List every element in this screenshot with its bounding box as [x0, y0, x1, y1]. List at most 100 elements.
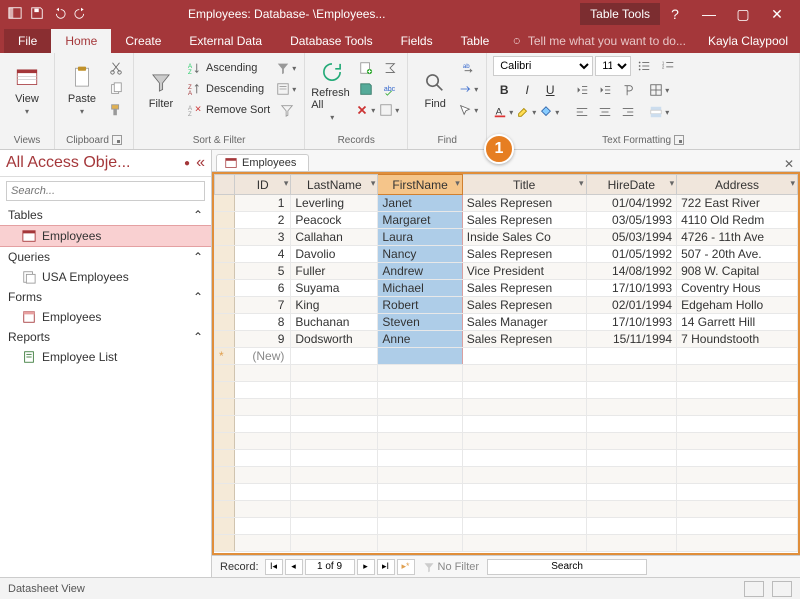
align-left-icon[interactable]	[571, 102, 593, 122]
column-header-address[interactable]: Address▾	[677, 175, 798, 195]
maximize-button[interactable]: ▢	[728, 6, 758, 23]
remove-sort-button[interactable]: AZRemove Sort	[184, 100, 274, 120]
nav-next-button[interactable]: ▸	[357, 559, 375, 575]
font-size-select[interactable]: 11	[595, 56, 631, 76]
more-records-icon[interactable]: ▾	[379, 100, 401, 120]
datasheet-view-icon[interactable]	[744, 581, 764, 597]
nav-item-usa-employees[interactable]: USA Employees	[0, 267, 211, 287]
replace-icon[interactable]: ab	[458, 58, 480, 78]
font-color-icon[interactable]: A▾	[493, 102, 515, 122]
nav-group-forms[interactable]: Forms⌃	[0, 287, 211, 307]
nav-new-button[interactable]: ▸*	[397, 559, 415, 575]
table-row[interactable]: 2PeacockMargaretSales Represen03/05/1993…	[215, 212, 798, 229]
underline-icon[interactable]: U	[539, 80, 561, 100]
numbering-icon[interactable]: 12	[657, 56, 679, 76]
table-row[interactable]: 6SuyamaMichaelSales Represen17/10/1993Co…	[215, 280, 798, 297]
sort-desc-button[interactable]: ZADescending	[184, 79, 274, 99]
nav-group-reports[interactable]: Reports⌃	[0, 327, 211, 347]
tab-external-data[interactable]: External Data	[175, 29, 276, 53]
tab-fields[interactable]: Fields	[387, 29, 447, 53]
view-button[interactable]: View▾	[6, 56, 48, 124]
find-button[interactable]: Find	[414, 56, 456, 124]
nav-group-tables[interactable]: Tables⌃	[0, 205, 211, 225]
cut-icon[interactable]	[105, 58, 127, 78]
table-row[interactable]: 5FullerAndrewVice President14/08/1992908…	[215, 263, 798, 280]
nav-first-button[interactable]: I◂	[265, 559, 283, 575]
select-icon[interactable]: ▾	[458, 100, 480, 120]
totals-icon[interactable]	[379, 58, 401, 78]
tab-file[interactable]: File	[4, 29, 51, 53]
italic-icon[interactable]: I	[516, 80, 538, 100]
table-row[interactable]: 4DavolioNancySales Represen01/05/1992507…	[215, 246, 798, 263]
clipboard-launcher[interactable]	[112, 135, 122, 145]
text-direction-icon[interactable]	[617, 80, 639, 100]
tab-create[interactable]: Create	[111, 29, 175, 53]
datasheet-grid[interactable]: ID▾LastName▾FirstName▾Title▾HireDate▾Add…	[212, 172, 800, 555]
table-row[interactable]: 3CallahanLauraInside Sales Co05/03/19944…	[215, 229, 798, 246]
refresh-button[interactable]: Refresh All▾	[311, 56, 353, 124]
tab-home[interactable]: Home	[51, 29, 111, 53]
indent-right-icon[interactable]	[594, 80, 616, 100]
format-painter-icon[interactable]	[105, 100, 127, 120]
new-record-icon[interactable]	[355, 58, 377, 78]
sort-asc-button[interactable]: AZAscending	[184, 58, 274, 78]
align-right-icon[interactable]	[617, 102, 639, 122]
save-record-icon[interactable]	[355, 79, 377, 99]
column-header-id[interactable]: ID▾	[235, 175, 291, 195]
svg-text:Z: Z	[188, 111, 192, 117]
align-center-icon[interactable]	[594, 102, 616, 122]
nav-item-employees[interactable]: Employees	[0, 307, 211, 327]
nav-prev-button[interactable]: ◂	[285, 559, 303, 575]
delete-record-icon[interactable]: ▾	[355, 100, 377, 120]
filter-button[interactable]: Filter	[140, 56, 182, 124]
bullets-icon[interactable]	[633, 56, 655, 76]
advanced-filter-icon[interactable]: ▾	[276, 79, 298, 99]
save-icon[interactable]	[30, 6, 44, 23]
column-header-firstname[interactable]: FirstName▾	[378, 175, 462, 195]
copy-icon[interactable]	[105, 79, 127, 99]
column-header-hiredate[interactable]: HireDate▾	[586, 175, 677, 195]
paste-button[interactable]: Paste▾	[61, 56, 103, 124]
design-view-icon[interactable]	[772, 581, 792, 597]
table-row[interactable]: 7KingRobertSales Represen02/01/1994Edgeh…	[215, 297, 798, 314]
nav-search-input[interactable]	[6, 181, 205, 201]
bold-icon[interactable]: B	[493, 80, 515, 100]
minimize-button[interactable]: —	[694, 6, 724, 23]
tell-me[interactable]: Tell me what you want to do...	[503, 29, 696, 53]
gridlines-icon[interactable]: ▾	[649, 80, 671, 100]
nav-filter-indicator[interactable]: No Filter	[417, 561, 486, 573]
column-header-title[interactable]: Title▾	[462, 175, 586, 195]
textfmt-launcher[interactable]	[674, 135, 684, 145]
indent-left-icon[interactable]	[571, 80, 593, 100]
table-row[interactable]: 8BuchananStevenSales Manager17/10/199314…	[215, 314, 798, 331]
close-button[interactable]: ✕	[762, 6, 792, 23]
spelling-icon[interactable]: abc	[379, 79, 401, 99]
undo-icon[interactable]	[52, 6, 66, 23]
nav-group-queries[interactable]: Queries⌃	[0, 247, 211, 267]
tab-table[interactable]: Table	[447, 29, 504, 53]
goto-icon[interactable]: ▾	[458, 79, 480, 99]
font-name-select[interactable]: Calibri	[493, 56, 593, 76]
nav-title[interactable]: All Access Obje...	[6, 154, 184, 172]
nav-item-employees[interactable]: Employees	[0, 225, 211, 247]
fill-color-icon[interactable]: ▾	[539, 102, 561, 122]
alt-row-color-icon[interactable]: ▾	[649, 102, 671, 122]
user-name[interactable]: Kayla Claypool	[696, 29, 800, 53]
selection-filter-icon[interactable]: ▾	[276, 58, 298, 78]
column-header-lastname[interactable]: LastName▾	[291, 175, 378, 195]
table-row[interactable]: 9DodsworthAnneSales Represen15/11/19947 …	[215, 331, 798, 348]
highlight-icon[interactable]: ▾	[516, 102, 538, 122]
redo-icon[interactable]	[74, 6, 88, 23]
nav-last-button[interactable]: ▸I	[377, 559, 395, 575]
tab-database-tools[interactable]: Database Tools	[276, 29, 387, 53]
nav-search-input[interactable]	[487, 559, 647, 575]
document-tab-employees[interactable]: Employees	[216, 154, 309, 171]
close-document-icon[interactable]: ✕	[778, 157, 800, 171]
toggle-filter-icon[interactable]	[276, 100, 298, 120]
nav-item-employee-list[interactable]: Employee List	[0, 347, 211, 367]
new-row[interactable]: *(New)	[215, 348, 798, 365]
help-button[interactable]: ?	[660, 6, 690, 23]
nav-collapse-icon[interactable]: «	[190, 154, 205, 172]
nav-position-input[interactable]	[305, 559, 355, 575]
table-row[interactable]: 1LeverlingJanetSales Represen01/04/19927…	[215, 195, 798, 212]
